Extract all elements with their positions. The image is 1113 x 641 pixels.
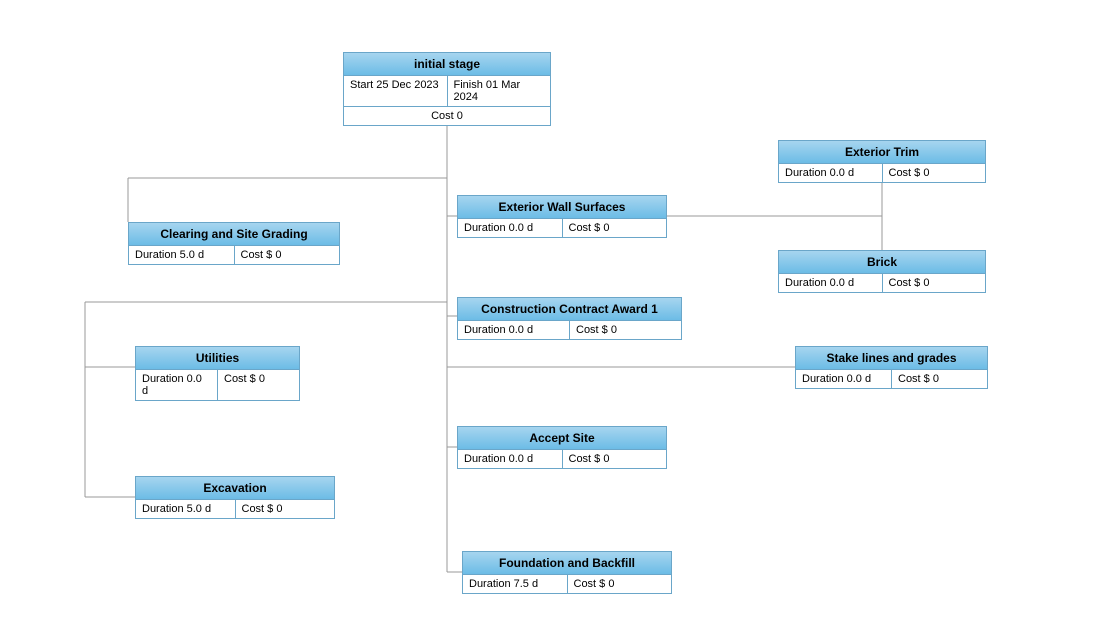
node-cost: Cost $ 0 xyxy=(562,450,667,468)
node-cost: Cost $ 0 xyxy=(217,370,299,400)
node-duration: Duration 0.0 d xyxy=(136,370,217,400)
node-duration: Duration 0.0 d xyxy=(779,274,882,292)
node-cost: Cost $ 0 xyxy=(569,321,681,339)
node-accept[interactable]: Accept Site Duration 0.0 d Cost $ 0 xyxy=(457,426,667,469)
node-foundation[interactable]: Foundation and Backfill Duration 7.5 d C… xyxy=(462,551,672,594)
node-finish: Finish 01 Mar 2024 xyxy=(447,76,551,106)
node-title: Accept Site xyxy=(458,427,666,450)
node-duration: Duration 5.0 d xyxy=(136,500,235,518)
node-cost: Cost $ 0 xyxy=(891,370,987,388)
node-duration: Duration 0.0 d xyxy=(458,219,562,237)
node-duration: Duration 7.5 d xyxy=(463,575,567,593)
node-cost: Cost $ 0 xyxy=(562,219,667,237)
node-excavation[interactable]: Excavation Duration 5.0 d Cost $ 0 xyxy=(135,476,335,519)
node-cost: Cost $ 0 xyxy=(882,274,986,292)
node-title: Exterior Wall Surfaces xyxy=(458,196,666,219)
node-title: Exterior Trim xyxy=(779,141,985,164)
node-cost: Cost $ 0 xyxy=(235,500,335,518)
node-contract[interactable]: Construction Contract Award 1 Duration 0… xyxy=(457,297,682,340)
node-duration: Duration 0.0 d xyxy=(458,321,569,339)
node-initial-stage[interactable]: initial stage Start 25 Dec 2023 Finish 0… xyxy=(343,52,551,126)
node-duration: Duration 0.0 d xyxy=(796,370,891,388)
node-title: initial stage xyxy=(344,53,550,76)
node-title: Brick xyxy=(779,251,985,274)
node-title: Construction Contract Award 1 xyxy=(458,298,681,321)
node-title: Foundation and Backfill xyxy=(463,552,671,575)
node-brick[interactable]: Brick Duration 0.0 d Cost $ 0 xyxy=(778,250,986,293)
node-cost: Cost $ 0 xyxy=(882,164,986,182)
node-title: Stake lines and grades xyxy=(796,347,987,370)
node-utilities[interactable]: Utilities Duration 0.0 d Cost $ 0 xyxy=(135,346,300,401)
node-cost: Cost $ 0 xyxy=(234,246,340,264)
node-title: Clearing and Site Grading xyxy=(129,223,339,246)
node-title: Utilities xyxy=(136,347,299,370)
node-duration: Duration 0.0 d xyxy=(779,164,882,182)
node-duration: Duration 0.0 d xyxy=(458,450,562,468)
node-exterior-wall[interactable]: Exterior Wall Surfaces Duration 0.0 d Co… xyxy=(457,195,667,238)
node-stake[interactable]: Stake lines and grades Duration 0.0 d Co… xyxy=(795,346,988,389)
node-title: Excavation xyxy=(136,477,334,500)
node-cost: Cost 0 xyxy=(344,107,550,125)
node-duration: Duration 5.0 d xyxy=(129,246,234,264)
node-cost: Cost $ 0 xyxy=(567,575,672,593)
node-start: Start 25 Dec 2023 xyxy=(344,76,447,106)
node-exterior-trim[interactable]: Exterior Trim Duration 0.0 d Cost $ 0 xyxy=(778,140,986,183)
node-clearing[interactable]: Clearing and Site Grading Duration 5.0 d… xyxy=(128,222,340,265)
